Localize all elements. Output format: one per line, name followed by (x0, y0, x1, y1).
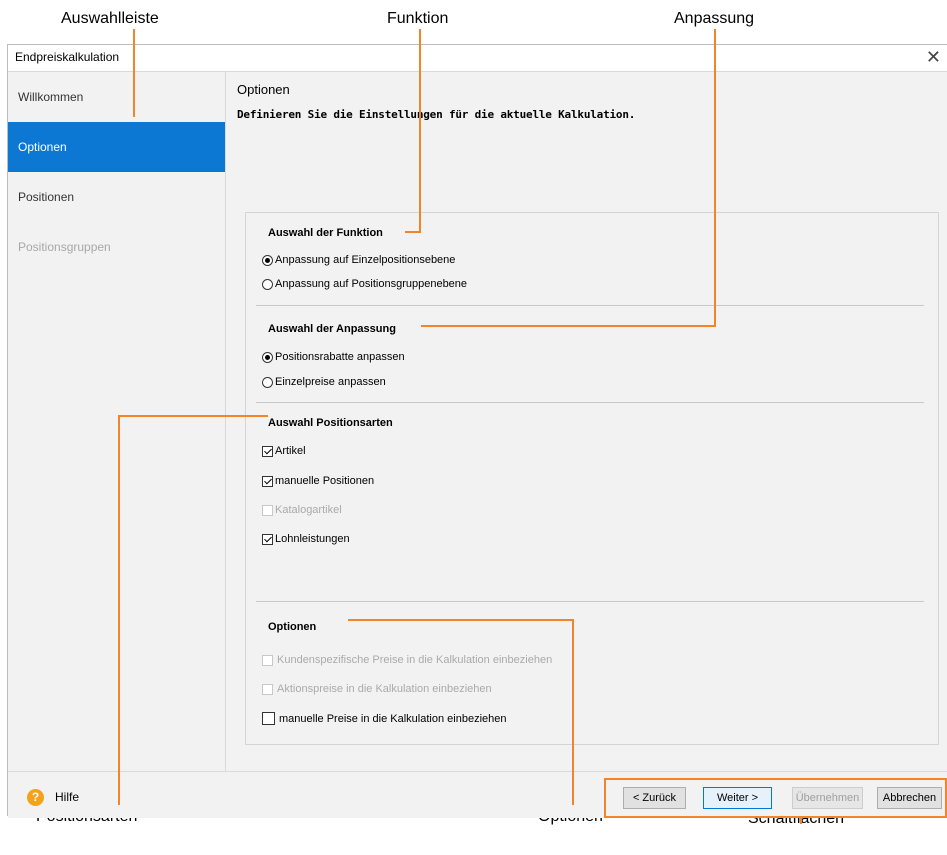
radio-label: Anpassung auf Einzelpositionsebene (275, 254, 456, 266)
radio-label: Positionsrabatte anpassen (275, 351, 405, 363)
main-content: Optionen Definieren Sie die Einstellunge… (226, 72, 947, 771)
back-button[interactable]: < Zurück (623, 787, 686, 809)
sidebar-item-willkommen[interactable]: Willkommen (8, 72, 225, 122)
radio-control[interactable] (262, 376, 273, 388)
sidebar-item-positionen[interactable]: Positionen (8, 172, 225, 222)
dialog-window: Endpreiskalkulation ✕ Willkommen Optione… (7, 44, 947, 818)
checkbox-label: Aktionspreise in die Kalkulation einbezi… (277, 683, 492, 695)
divider (256, 402, 924, 403)
help-icon[interactable]: ? (27, 789, 44, 806)
annotation-box-bottom (604, 816, 947, 818)
checkbox-label: Kundenspezifische Preise in die Kalkulat… (277, 654, 553, 666)
checkbox-label: Lohnleistungen (275, 533, 350, 545)
checkbox-control[interactable] (262, 475, 273, 487)
checkbox-control[interactable] (262, 445, 273, 457)
radio-control[interactable] (262, 351, 273, 363)
annotation-box-left (604, 778, 606, 818)
checkbox-label: Artikel (275, 445, 306, 457)
divider (256, 601, 924, 602)
title-bar: Endpreiskalkulation ✕ (8, 45, 947, 72)
cancel-button[interactable]: Abbrechen (877, 787, 942, 809)
checkbox-label: Katalogartikel (275, 504, 342, 516)
checkbox-control (262, 504, 273, 516)
page-title: Optionen (237, 82, 290, 97)
checkbox-label: manuelle Preise in die Kalkulation einbe… (279, 712, 507, 725)
radio-label: Anpassung auf Positionsgruppenebene (275, 278, 468, 290)
checkbox-label: manuelle Positionen (275, 475, 375, 487)
next-button[interactable]: Weiter > (703, 787, 772, 809)
sidebar: Willkommen Optionen Positionen Positions… (8, 72, 226, 771)
checkbox-kundenspezifische-preise: Kundenspezifische Preise in die Kalkulat… (262, 654, 552, 666)
options-panel: Auswahl der Funktion Anpassung auf Einze… (245, 212, 939, 745)
annotation-line-positionsarten (118, 415, 120, 805)
checkbox-artikel[interactable]: Artikel (262, 445, 306, 457)
apply-button: Übernehmen (792, 787, 863, 809)
radio-control[interactable] (262, 278, 273, 290)
close-icon[interactable]: ✕ (926, 46, 941, 68)
annotation-line-optionen (572, 619, 574, 805)
section-title-funktion: Auswahl der Funktion (268, 227, 383, 239)
annotation-line-anpassung (714, 29, 716, 327)
section-title-positionsarten: Auswahl Positionsarten (268, 417, 393, 429)
annotation-line-anpassung-h (421, 325, 716, 327)
divider (256, 305, 924, 306)
sidebar-item-positionsgruppen: Positionsgruppen (18, 240, 111, 254)
annotation-line-funktion (419, 29, 421, 232)
radio-control[interactable] (262, 254, 273, 266)
checkbox-control (262, 654, 273, 666)
radio-einzelpositionsebene[interactable]: Anpassung auf Einzelpositionsebene (262, 254, 455, 266)
help-link[interactable]: Hilfe (55, 790, 79, 804)
annotation-line-schaltflaechen (800, 816, 802, 824)
checkbox-aktionspreise: Aktionspreise in die Kalkulation einbezi… (262, 683, 492, 695)
window-title: Endpreiskalkulation (15, 50, 120, 64)
checkbox-control[interactable] (262, 533, 273, 545)
annotation-line-auswahlleiste (133, 29, 135, 117)
annotation-line-positionsarten-h (118, 415, 268, 417)
page-description: Definieren Sie die Einstellungen für die… (237, 108, 636, 121)
checkbox-katalogartikel: Katalogartikel (262, 504, 342, 516)
annotation-line-optionen-h (348, 619, 574, 621)
checkbox-lohnleistungen[interactable]: Lohnleistungen (262, 533, 350, 545)
radio-positionsrabatte[interactable]: Positionsrabatte anpassen (262, 351, 405, 363)
annotation-box-top (604, 778, 947, 780)
section-title-anpassung: Auswahl der Anpassung (268, 323, 396, 335)
annotation-auswahlleiste: Auswahlleiste (61, 10, 159, 27)
radio-einzelpreise[interactable]: Einzelpreise anpassen (262, 376, 386, 388)
sidebar-item-optionen[interactable]: Optionen (8, 122, 225, 172)
checkbox-control (262, 683, 273, 695)
annotation-funktion: Funktion (387, 10, 449, 27)
radio-label: Einzelpreise anpassen (275, 376, 386, 388)
checkbox-manuelle-positionen[interactable]: manuelle Positionen (262, 475, 374, 487)
checkbox-manuelle-preise[interactable]: manuelle Preise in die Kalkulation einbe… (262, 712, 506, 725)
radio-positionsgruppenebene[interactable]: Anpassung auf Positionsgruppenebene (262, 278, 467, 290)
annotation-line-funktion-h (405, 231, 421, 233)
checkbox-control[interactable] (262, 712, 275, 725)
annotation-anpassung: Anpassung (674, 10, 755, 27)
section-title-optionen: Optionen (268, 621, 317, 633)
